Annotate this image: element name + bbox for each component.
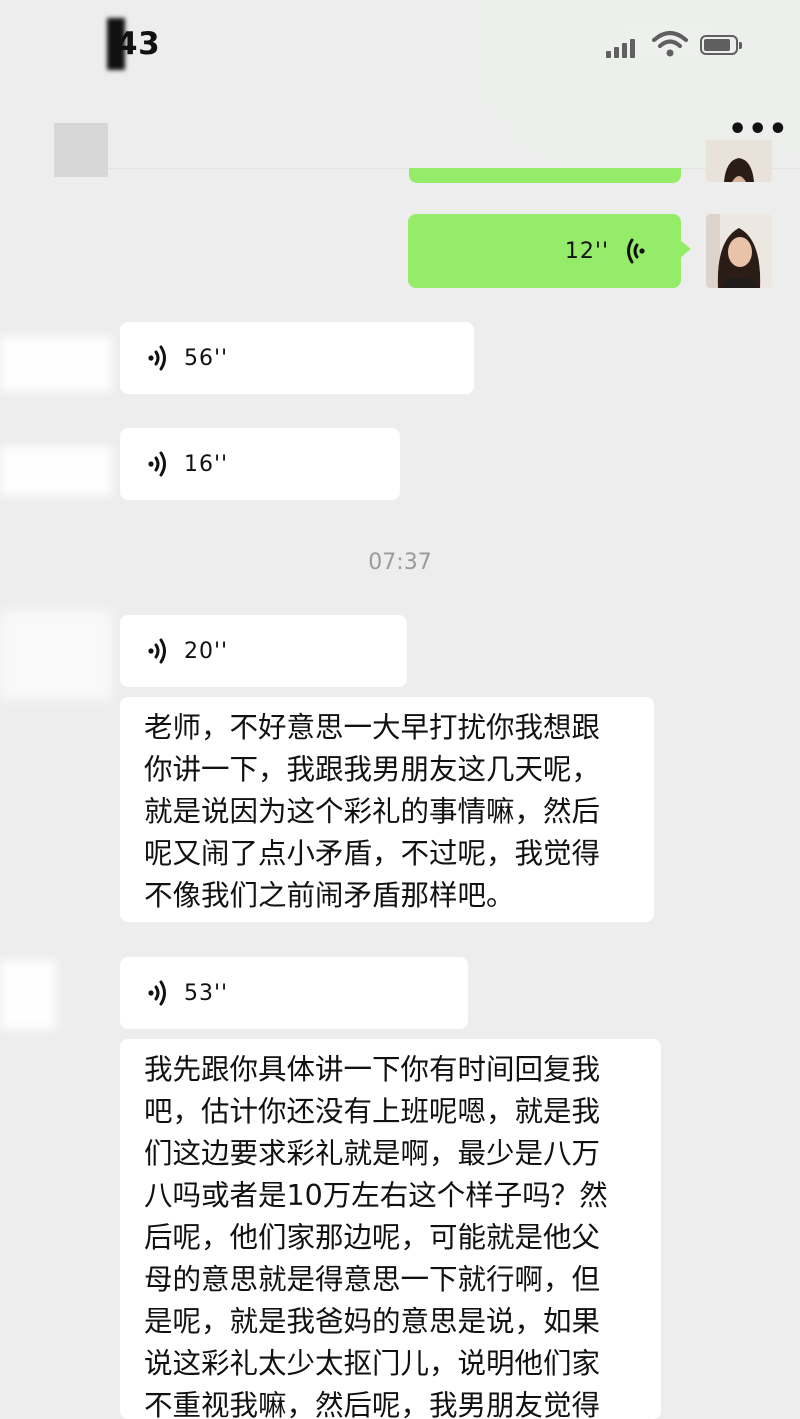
voice-wave-icon [148,451,166,477]
avatar-redacted [0,960,56,1030]
avatar[interactable] [706,214,772,288]
message-text-line: 说这彩礼太少太抠门儿，说明他们家 [144,1347,601,1380]
message-text-line: 你讲一下，我跟我男朋友这几天呢， [144,753,601,786]
message-text-line: 后呢，他们家那边呢，可能就是他父 [144,1221,601,1254]
message-text-line: 就是说因为这个彩礼的事情嘛，然后 [144,795,601,828]
voice-duration: 53'' [184,980,229,1006]
voice-duration: 16'' [184,451,229,477]
avatar-redacted [0,610,112,700]
message-text-line: 是呢，就是我爸妈的意思是说，如果 [144,1305,601,1338]
sent-voice-bubble[interactable]: 12'' [408,214,681,288]
voice-duration: 12'' [564,238,609,264]
sent-bubble-tail [680,240,691,258]
previous-sent-bubble[interactable] [409,168,681,183]
received-voice-bubble[interactable]: 56'' [120,322,474,394]
avatar-redacted [0,446,112,496]
message-text-line: 母的意思就是得意思一下就行啊，但 [144,1263,601,1296]
status-time: 43 [116,26,161,62]
voice-duration: 56'' [184,345,229,371]
message-text-line: 们这边要求彩礼就是啊，最少是八万 [144,1137,601,1170]
message-text-line: 呢又闹了点小矛盾，不过呢，我觉得 [144,837,601,870]
received-voice-bubble[interactable]: 16'' [120,428,400,500]
message-text-line: 不像我们之前闹矛盾那样吧。 [144,879,515,912]
avatar[interactable] [706,140,772,182]
received-text-bubble[interactable]: 我先跟你具体讲一下你有时间回复我 吧，估计你还没有上班呢嗯，就是我 们这边要求彩… [120,1039,661,1419]
avatar-redacted [0,336,112,392]
voice-duration: 20'' [184,638,229,664]
message-text-line: 八吗或者是10万左右这个样子吗？然 [144,1179,608,1212]
message-timestamp: 07:37 [368,550,432,575]
voice-wave-icon [148,345,166,371]
voice-wave-icon [148,638,166,664]
voice-wave-icon [627,238,645,264]
back-button-redacted[interactable] [54,123,108,177]
received-voice-bubble[interactable]: 53'' [120,957,468,1029]
message-text-line: 不重视我嘛，然后呢，我男朋友觉得 [144,1389,601,1419]
received-text-bubble[interactable]: 老师，不好意思一大早打扰你我想跟 你讲一下，我跟我男朋友这几天呢， 就是说因为这… [120,697,654,922]
voice-wave-icon [148,980,166,1006]
message-text-line: 吧，估计你还没有上班呢嗯，就是我 [144,1095,601,1128]
message-text-line: 老师，不好意思一大早打扰你我想跟 [144,711,601,744]
received-voice-bubble[interactable]: 20'' [120,615,407,687]
status-icons-blur [588,18,753,76]
message-text-line: 我先跟你具体讲一下你有时间回复我 [144,1053,601,1086]
